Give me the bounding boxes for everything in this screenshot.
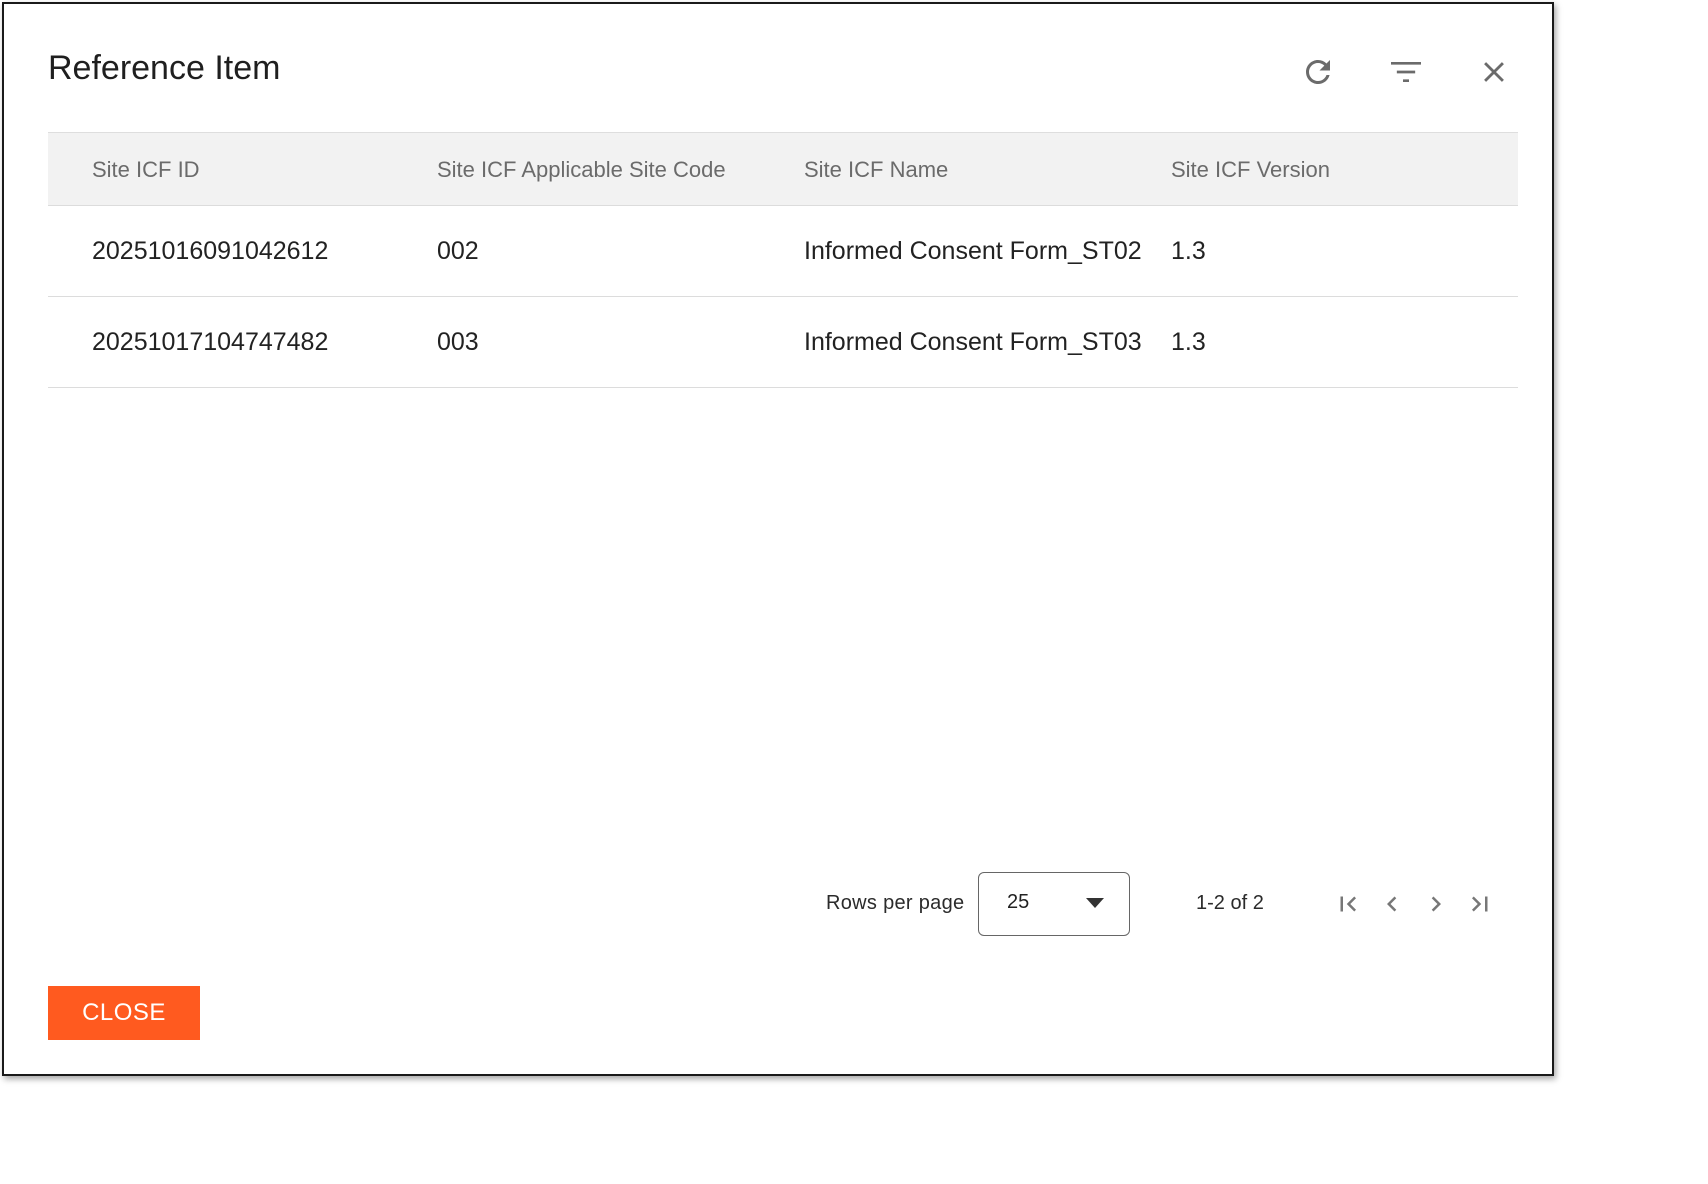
chevron-left-icon [1387,896,1397,912]
previous-page-button[interactable] [1372,884,1412,924]
close-icon [1484,62,1504,82]
table-row[interactable]: 20251016091042612 002 Informed Consent F… [48,205,1518,297]
cell-site-icf-id: 20251017104747482 [48,296,437,388]
chevron-right-icon [1431,896,1441,912]
cell-site-icf-name: Informed Consent Form_ST02 [804,205,1171,297]
column-header-site-icf-version[interactable]: Site ICF Version [1171,132,1518,206]
table-row[interactable]: 20251017104747482 003 Informed Consent F… [48,296,1518,388]
rows-per-page-select[interactable]: 25 [978,872,1130,936]
column-header-site-icf-name[interactable]: Site ICF Name [804,132,1171,206]
dialog-title: Reference Item [48,49,281,87]
table-header-row: Site ICF ID Site ICF Applicable Site Cod… [48,132,1518,206]
refresh-icon [1306,60,1330,84]
reference-item-dialog: Reference Item Site ICF ID Site ICF Appl… [2,2,1554,1076]
first-page-icon [1340,896,1357,912]
filter-button[interactable] [1382,48,1430,96]
rows-per-page-label: Rows per page [826,892,965,914]
last-page-icon [1471,896,1488,912]
refresh-button[interactable] [1294,48,1342,96]
page-range-text: 1-2 of 2 [1196,892,1264,914]
cell-site-icf-version: 1.3 [1171,296,1518,388]
cell-site-icf-version: 1.3 [1171,205,1518,297]
caret-down-icon [1086,898,1104,908]
first-page-button[interactable] [1328,884,1368,924]
next-page-button[interactable] [1416,884,1456,924]
cell-applicable-site-code: 003 [437,296,804,388]
close-button[interactable]: CLOSE [48,986,200,1040]
cell-site-icf-id: 20251016091042612 [48,205,437,297]
column-header-applicable-site-code[interactable]: Site ICF Applicable Site Code [437,132,804,206]
cell-applicable-site-code: 002 [437,205,804,297]
filter-icon [1391,62,1421,82]
cell-site-icf-name: Informed Consent Form_ST03 [804,296,1171,388]
column-header-site-icf-id[interactable]: Site ICF ID [48,132,437,206]
rows-per-page-value: 25 [1007,891,1030,913]
last-page-button[interactable] [1460,884,1500,924]
reference-table: Site ICF ID Site ICF Applicable Site Cod… [48,132,1518,388]
close-dialog-button[interactable] [1470,48,1518,96]
